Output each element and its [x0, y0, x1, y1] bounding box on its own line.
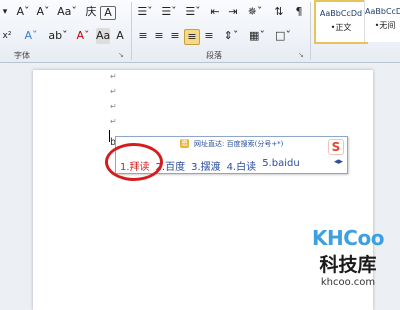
candidate-3[interactable]: 3.摆渡 — [191, 158, 221, 173]
style-sample: AaBbCcDd — [319, 9, 363, 18]
align-right-button[interactable]: ≡ — [168, 28, 182, 44]
paragraph-mark: ↵ — [110, 102, 117, 111]
watermark-url: khcoo.com — [320, 277, 376, 288]
paragraph-mark: ↵ — [110, 117, 117, 126]
group-separator — [310, 2, 311, 60]
style-normal[interactable]: AaBbCcDd •正文 — [314, 0, 368, 44]
ime-tip-link[interactable]: 网址直达: 百度搜索(分号+*) — [194, 139, 283, 149]
font-size-dropdown-arrow[interactable]: ▾ — [0, 4, 10, 20]
character-border-button[interactable]: A — [100, 6, 116, 20]
tip-icon: 恩 — [180, 139, 189, 148]
phonetic-guide-button[interactable]: 庆 — [84, 4, 98, 20]
sort-button[interactable]: ⇅ — [272, 4, 286, 20]
shrink-font-button[interactable]: Aˇ — [34, 4, 52, 20]
superscript-button[interactable]: x² — [0, 28, 14, 44]
candidate-4[interactable]: 4.白读 — [227, 158, 257, 173]
highlight-circle — [105, 143, 163, 181]
chinese-layout-button[interactable]: ✵ˇ — [244, 4, 266, 20]
paragraph-mark: ↵ — [110, 87, 117, 96]
shading-button[interactable]: ▦ˇ — [246, 28, 268, 44]
candidate-5[interactable]: 5.baidu — [262, 158, 299, 173]
font-color-button[interactable]: Aˇ — [72, 28, 94, 44]
grow-font-button[interactable]: Aˇ — [14, 4, 32, 20]
style-no-spacing[interactable]: AaBbCcDd •无间 — [364, 0, 400, 42]
watermark-name: 科技库 — [319, 254, 377, 276]
highlight-color-button[interactable]: abˇ — [46, 28, 70, 44]
ribbon: ▾ Aˇ Aˇ Aaˇ 庆 A x² Aˇ abˇ Aˇ Aa A 字体 ↘ ☰… — [0, 0, 400, 63]
text-effects-button[interactable]: Aˇ — [20, 28, 42, 44]
paragraph-mark: ↵ — [110, 72, 117, 81]
align-center-button[interactable]: ≡ — [152, 28, 166, 44]
font-dialog-launcher-icon[interactable]: ↘ — [118, 51, 124, 59]
watermark: KHCoo 科技库 khcoo.com — [296, 226, 400, 300]
style-name: •无间 — [374, 21, 396, 30]
font-group-label: 字体 — [14, 51, 30, 60]
enclose-characters-button[interactable]: A — [113, 28, 127, 44]
character-shading-button[interactable]: Aa — [96, 28, 110, 44]
line-spacing-button[interactable]: ⇕ˇ — [220, 28, 242, 44]
change-case-button[interactable]: Aaˇ — [56, 4, 78, 20]
style-sample: AaBbCcDd — [365, 7, 400, 16]
page-arrows-icon[interactable]: ◂▸ — [334, 157, 343, 167]
paragraph-group-label: 段落 — [206, 51, 222, 60]
increase-indent-button[interactable]: ⇥ — [226, 4, 240, 20]
borders-button[interactable]: □ˇ — [272, 28, 294, 44]
style-name: •正文 — [330, 23, 352, 32]
show-paragraph-marks-button[interactable]: ¶ — [292, 4, 306, 20]
decrease-indent-button[interactable]: ⇤ — [208, 4, 222, 20]
distributed-button[interactable]: ≡ — [202, 28, 216, 44]
align-left-button[interactable]: ≡ — [136, 28, 150, 44]
multilevel-list-button[interactable]: ☰ˇ — [182, 4, 204, 20]
sogou-logo-icon[interactable]: S — [328, 139, 344, 155]
bullets-button[interactable]: ☰ˇ — [134, 4, 156, 20]
paragraph-dialog-launcher-icon[interactable]: ↘ — [298, 51, 304, 59]
group-separator — [131, 2, 132, 60]
numbering-button[interactable]: ☰ˇ — [158, 4, 180, 20]
justify-button[interactable]: ≡ — [184, 29, 200, 45]
watermark-logo: KHCoo — [312, 226, 384, 250]
